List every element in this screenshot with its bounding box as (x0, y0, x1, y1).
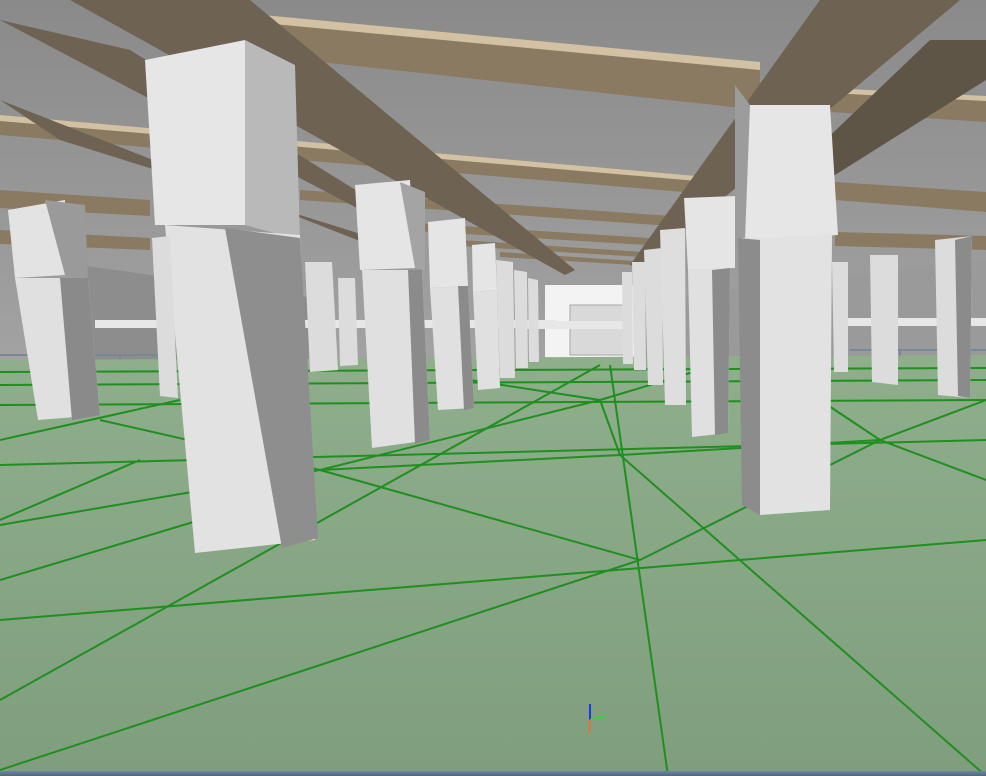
viewport-bottom-border (0, 771, 986, 776)
far-wall (569, 304, 631, 356)
scene-canvas[interactable] (0, 0, 986, 776)
floor-slab (0, 355, 986, 776)
3d-viewport[interactable] (0, 0, 986, 776)
